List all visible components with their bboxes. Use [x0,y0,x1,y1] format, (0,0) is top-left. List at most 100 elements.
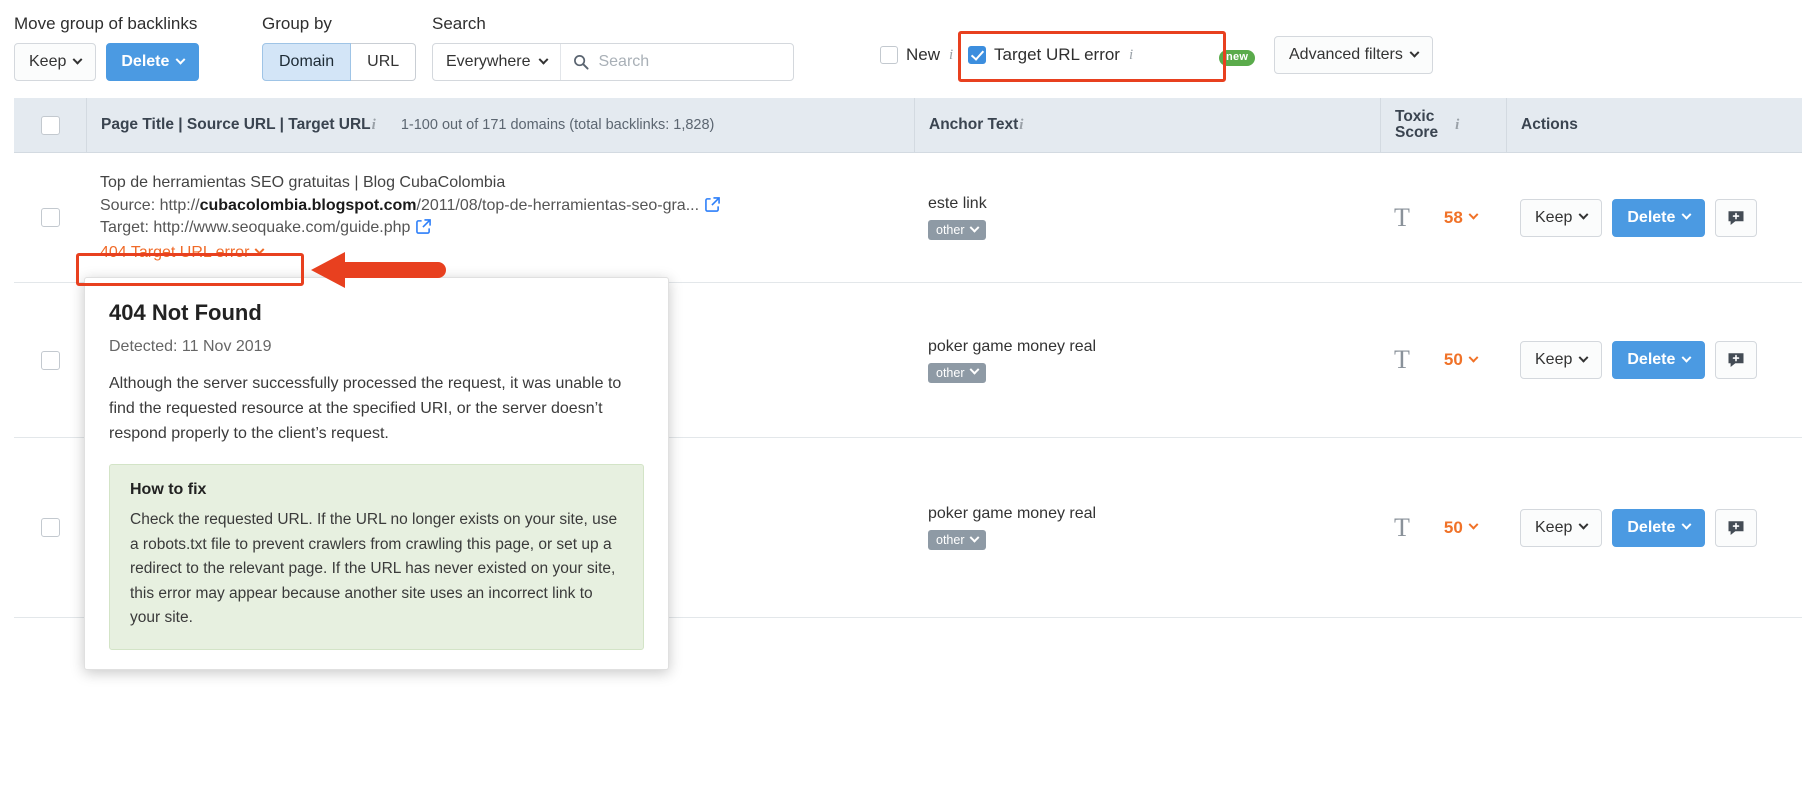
text-link-type-icon: T [1394,202,1410,232]
row-delete-button[interactable]: Delete [1612,198,1706,237]
column-header-title: Page Title | Source URL | Target URL i 1… [86,97,914,153]
search-icon [573,54,590,70]
row-delete-button[interactable]: Delete [1612,508,1706,547]
row-checkbox[interactable] [40,518,60,537]
target-url-error-link[interactable]: 404 Target URL error [100,244,265,262]
anchor-tag-label: other [936,223,965,237]
search-scope-value: Everywhere [446,53,531,70]
row-select-cell [14,153,86,282]
info-icon[interactable]: i [371,117,377,134]
chevron-down-icon [254,244,265,255]
column-header-toxic-line2: Score [1395,124,1439,141]
new-filter-checkbox[interactable] [880,46,898,64]
new-badge: new [1219,50,1256,66]
row-actions-cell: Keep Delete [1506,438,1802,617]
move-group-label: Move group of backlinks [14,14,198,33]
table-row: Top de herramientas SEO gratuitas | Blog… [14,153,1802,283]
row-toxic-cell: T 50 [1380,283,1506,437]
anchor-tag-label: other [936,533,965,547]
column-header-toxic-score: Toxic Score i [1380,97,1506,153]
chevron-down-icon [969,532,979,543]
text-link-type-icon: T [1394,345,1410,374]
toxic-score-value[interactable]: 58 [1444,208,1479,228]
chevron-down-icon [1578,352,1589,363]
row-toxic-cell: T 58 [1380,153,1506,282]
info-icon[interactable]: i [1128,47,1134,64]
row-keep-button[interactable]: Keep [1520,198,1603,237]
row-delete-label: Delete [1627,518,1676,536]
toolbar: Move group of backlinks Keep Delete Grou… [0,0,1816,96]
chevron-down-icon [1468,519,1479,530]
keep-button[interactable]: Keep [14,43,97,81]
chevron-down-icon [1681,352,1692,363]
toxic-score-value[interactable]: 50 [1444,518,1479,538]
group-by-url-tab[interactable]: URL [351,43,417,81]
source-url-prefix: Source: http:// [100,196,200,214]
chevron-down-icon [1578,519,1589,530]
advanced-filters-wrap: Advanced filters [1274,36,1433,74]
anchor-text: poker game money real [928,505,1097,522]
row-actions-cell: Keep Delete [1506,153,1802,282]
info-icon[interactable]: i [1018,117,1024,134]
info-icon[interactable]: i [1454,117,1460,134]
external-link-icon[interactable] [416,218,432,239]
group-by-label: Group by [262,14,332,33]
group-by-section: Group by Domain URL [262,14,417,81]
select-all-header [14,98,86,153]
text-link-type-icon: T [1394,512,1410,542]
anchor-tag[interactable]: other [928,362,986,383]
toxic-score-value[interactable]: 50 [1443,350,1479,370]
target-url-error-checkbox[interactable] [968,46,986,64]
move-group-buttons: Keep Delete [14,43,200,81]
new-filter-checkbox-item[interactable]: New i [880,45,954,65]
chevron-down-icon [1578,209,1589,220]
advanced-filters-button[interactable]: Advanced filters [1274,36,1433,74]
chevron-down-icon [1681,209,1692,220]
popup-howto-text: Check the requested URL. If the URL no l… [130,511,618,627]
row-keep-button[interactable]: Keep [1520,508,1603,547]
chevron-down-icon [72,54,83,65]
row-anchor-cell: poker game money real other [914,283,1380,437]
chevron-down-icon [1681,519,1692,530]
backlink-audit-screen: Move group of backlinks Keep Delete Grou… [0,0,1816,800]
column-header-title-label: Page Title | Source URL | Target URL [101,116,371,133]
advanced-filters-label: Advanced filters [1289,46,1403,63]
row-keep-label: Keep [1535,518,1573,536]
anchor-tag[interactable]: other [928,220,986,240]
row-delete-button[interactable]: Delete [1612,341,1706,379]
popup-description: Although the server successfully process… [109,375,622,442]
row-comment-button[interactable] [1715,508,1758,547]
row-keep-label: Keep [1535,208,1573,226]
delete-button[interactable]: Delete [106,43,200,81]
row-toxic-cell: T 50 [1380,438,1506,617]
row-checkbox[interactable] [40,208,60,227]
row-select-cell [14,283,86,437]
group-by-domain-tab[interactable]: Domain [262,43,352,81]
select-all-checkbox[interactable] [40,115,60,135]
row-checkbox[interactable] [40,350,60,370]
column-header-anchor-label: Anchor Text [929,116,1019,133]
target-url-error-checkbox-item[interactable]: Target URL error i [968,45,1134,65]
row-keep-button[interactable]: Keep [1520,341,1603,379]
row-keep-label: Keep [1535,351,1573,368]
source-url-path: /2011/08/top-de-herramientas-seo-gra... [416,196,700,214]
annotation-arrow-left [311,252,446,288]
popup-detected-date: Detected: 11 Nov 2019 [109,338,272,355]
result-count: 1-100 out of 171 domains (total backlink… [400,117,715,133]
row-comment-button[interactable] [1715,198,1758,237]
info-icon[interactable]: i [948,47,954,64]
external-link-icon[interactable] [705,196,720,217]
row-anchor-cell: este link other [914,153,1380,282]
toxic-score-number: 50 [1443,350,1463,369]
search-scope-select[interactable]: Everywhere [433,44,562,80]
filter-new: New i [880,45,954,69]
row-comment-button[interactable] [1715,341,1758,379]
table-header-row: Page Title | Source URL | Target URL i 1… [14,97,1802,153]
row-select-cell [14,438,86,617]
search-input[interactable] [596,44,793,80]
search-row: Everywhere [432,43,794,81]
chevron-down-icon [1409,47,1420,58]
row-actions-cell: Keep Delete [1506,283,1802,437]
anchor-tag[interactable]: other [928,530,986,550]
chevron-down-icon [969,222,979,233]
